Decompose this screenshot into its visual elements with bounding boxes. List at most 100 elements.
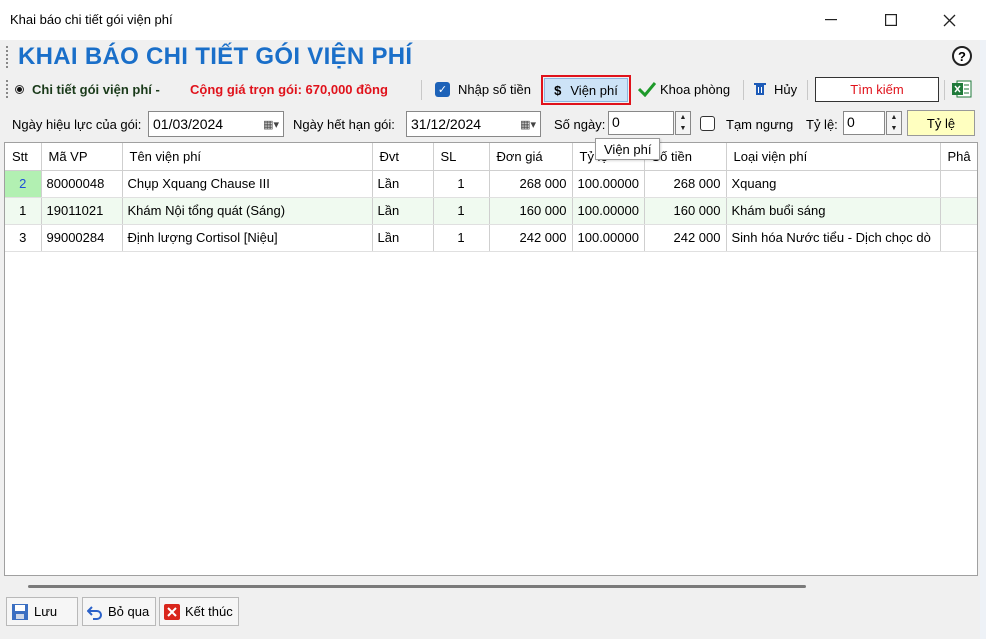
cell-don-gia[interactable]: 242 000 bbox=[489, 224, 573, 252]
cell-phan[interactable] bbox=[940, 170, 977, 198]
cell-dvt[interactable]: Lần bbox=[372, 197, 434, 225]
horizontal-scrollbar[interactable] bbox=[28, 585, 806, 588]
main-window: KHAI BÁO CHI TIẾT GÓI VIỆN PHÍ ? Chi tiế… bbox=[0, 40, 980, 639]
excel-export-button[interactable] bbox=[952, 74, 972, 104]
cell-so-tien[interactable]: 242 000 bbox=[644, 224, 727, 252]
khoa-phong-label: Khoa phòng bbox=[660, 81, 731, 97]
cell-so-tien[interactable]: 268 000 bbox=[644, 170, 727, 198]
vien-phi-button[interactable]: $ Viện phí bbox=[541, 75, 631, 105]
radio-selected-icon bbox=[15, 84, 24, 94]
search-button[interactable]: Tìm kiếm bbox=[815, 77, 939, 102]
title-bar: Khai báo chi tiết gói viện phí bbox=[0, 0, 986, 40]
services-table: Stt Mã VP Tên viện phí Đvt SL Đơn giá Tỷ… bbox=[5, 143, 977, 252]
cell-so-tien[interactable]: 160 000 bbox=[644, 197, 727, 225]
minimize-icon bbox=[825, 19, 837, 21]
finish-button[interactable]: Kết thúc bbox=[159, 597, 239, 626]
column-header[interactable]: Tên viện phí bbox=[122, 143, 373, 171]
table-row[interactable]: 3 99000284 Định lượng Cortisol [Niệu] Lầ… bbox=[5, 224, 977, 252]
cell-ty-le[interactable]: 100.00000 bbox=[572, 224, 645, 252]
undo-icon bbox=[87, 605, 102, 620]
cell-dvt[interactable]: Lần bbox=[372, 170, 434, 198]
spin-up-icon: ▲ bbox=[890, 114, 898, 121]
days-input[interactable]: 0 bbox=[608, 111, 674, 135]
spin-down-icon: ▼ bbox=[890, 125, 898, 132]
minimize-button[interactable] bbox=[808, 6, 854, 34]
cell-loai-vien-phi[interactable]: Xquang bbox=[726, 170, 941, 198]
ratio-spinner[interactable]: ▲ ▼ bbox=[886, 111, 902, 135]
column-header[interactable]: Stt bbox=[5, 143, 42, 171]
save-button[interactable]: Lưu bbox=[6, 597, 78, 626]
column-header[interactable]: Mã VP bbox=[41, 143, 123, 171]
ratio-input[interactable]: 0 bbox=[843, 111, 885, 135]
cell-ten-vien-phi[interactable]: Chụp Xquang Chause III bbox=[122, 170, 373, 198]
column-header[interactable]: Đơn giá bbox=[489, 143, 573, 171]
column-header[interactable]: SL bbox=[433, 143, 490, 171]
maximize-button[interactable] bbox=[868, 6, 914, 34]
cell-phan[interactable] bbox=[940, 197, 977, 225]
cell-ty-le[interactable]: 100.00000 bbox=[572, 170, 645, 198]
maximize-icon bbox=[885, 14, 897, 26]
grip-icon bbox=[6, 46, 8, 68]
green-check-icon bbox=[638, 82, 656, 97]
calendar-dropdown-icon[interactable]: ▦▾ bbox=[263, 118, 279, 131]
table-row[interactable]: 2 80000048 Chụp Xquang Chause III Lần 1 … bbox=[5, 170, 977, 198]
cell-sl[interactable]: 1 bbox=[433, 170, 490, 198]
huy-button[interactable]: Hủy bbox=[754, 74, 797, 104]
checkbox-icon bbox=[700, 116, 715, 132]
huy-label: Hủy bbox=[774, 81, 798, 97]
cell-loai-vien-phi[interactable]: Khám buổi sáng bbox=[726, 197, 941, 225]
cell-stt[interactable]: 2 bbox=[5, 170, 42, 198]
cell-don-gia[interactable]: 160 000 bbox=[489, 197, 573, 225]
cell-stt[interactable]: 1 bbox=[5, 197, 42, 225]
cell-loai-vien-phi[interactable]: Sinh hóa Nước tiểu - Dịch chọc dò bbox=[726, 224, 941, 252]
days-label: Số ngày: bbox=[554, 117, 606, 132]
separator bbox=[421, 80, 422, 100]
cell-stt[interactable]: 3 bbox=[5, 224, 42, 252]
cell-dvt[interactable]: Lần bbox=[372, 224, 434, 252]
skip-label: Bỏ qua bbox=[108, 604, 150, 619]
help-icon[interactable]: ? bbox=[952, 46, 972, 66]
cell-ten-vien-phi[interactable]: Khám Nội tổng quát (Sáng) bbox=[122, 197, 373, 225]
pause-label: Tạm ngưng bbox=[726, 117, 794, 132]
spin-up-icon: ▲ bbox=[679, 114, 687, 121]
close-button[interactable] bbox=[926, 6, 972, 34]
filter-bar: Ngày hiệu lực của gói: 01/03/2024 ▦▾ Ngà… bbox=[0, 108, 980, 140]
ratio-label: Tỷ lệ: bbox=[806, 117, 838, 132]
cell-ty-le[interactable]: 100.00000 bbox=[572, 197, 645, 225]
close-red-icon bbox=[164, 603, 180, 620]
trash-icon bbox=[754, 83, 766, 95]
effective-date-label: Ngày hiệu lực của gói: bbox=[12, 117, 142, 132]
cell-ma-vp[interactable]: 80000048 bbox=[41, 170, 123, 198]
enter-amount-checkbox[interactable]: ✓ Nhập số tiền bbox=[435, 74, 531, 104]
pause-checkbox[interactable] bbox=[700, 115, 715, 132]
column-header[interactable]: Loại viện phí bbox=[726, 143, 941, 171]
column-header[interactable]: Đvt bbox=[372, 143, 434, 171]
table-row[interactable]: 1 19011021 Khám Nội tổng quát (Sáng) Lần… bbox=[5, 197, 977, 225]
section-indicator: Chi tiết gói viện phí - bbox=[15, 74, 160, 104]
cell-ten-vien-phi[interactable]: Định lượng Cortisol [Niệu] bbox=[122, 224, 373, 252]
separator bbox=[743, 80, 744, 100]
effective-date-value: 01/03/2024 bbox=[153, 116, 224, 132]
dollar-icon: $ bbox=[554, 82, 562, 98]
checkmark-icon: ✓ bbox=[435, 81, 450, 97]
cell-phan[interactable] bbox=[940, 224, 977, 252]
column-header[interactable]: Phâ bbox=[940, 143, 977, 171]
cell-ma-vp[interactable]: 19011021 bbox=[41, 197, 123, 225]
expiry-date-value: 31/12/2024 bbox=[411, 116, 482, 132]
vien-phi-tooltip: Viện phí bbox=[595, 138, 661, 160]
separator bbox=[944, 80, 945, 100]
cell-sl[interactable]: 1 bbox=[433, 224, 490, 252]
enter-amount-label: Nhập số tiền bbox=[458, 81, 531, 97]
total-price-text: Cộng giá trọn gói: 670,000 đồng bbox=[190, 81, 388, 97]
khoa-phong-button[interactable]: Khoa phòng bbox=[638, 74, 730, 104]
save-label: Lưu bbox=[34, 604, 58, 619]
apply-ratio-button[interactable]: Tỷ lệ bbox=[907, 110, 975, 136]
calendar-dropdown-icon[interactable]: ▦▾ bbox=[520, 118, 536, 131]
expiry-date-picker[interactable]: 31/12/2024 ▦▾ bbox=[406, 111, 541, 137]
skip-button[interactable]: Bỏ qua bbox=[82, 597, 156, 626]
cell-ma-vp[interactable]: 99000284 bbox=[41, 224, 123, 252]
cell-don-gia[interactable]: 268 000 bbox=[489, 170, 573, 198]
cell-sl[interactable]: 1 bbox=[433, 197, 490, 225]
effective-date-picker[interactable]: 01/03/2024 ▦▾ bbox=[148, 111, 284, 137]
days-spinner[interactable]: ▲ ▼ bbox=[675, 111, 691, 135]
